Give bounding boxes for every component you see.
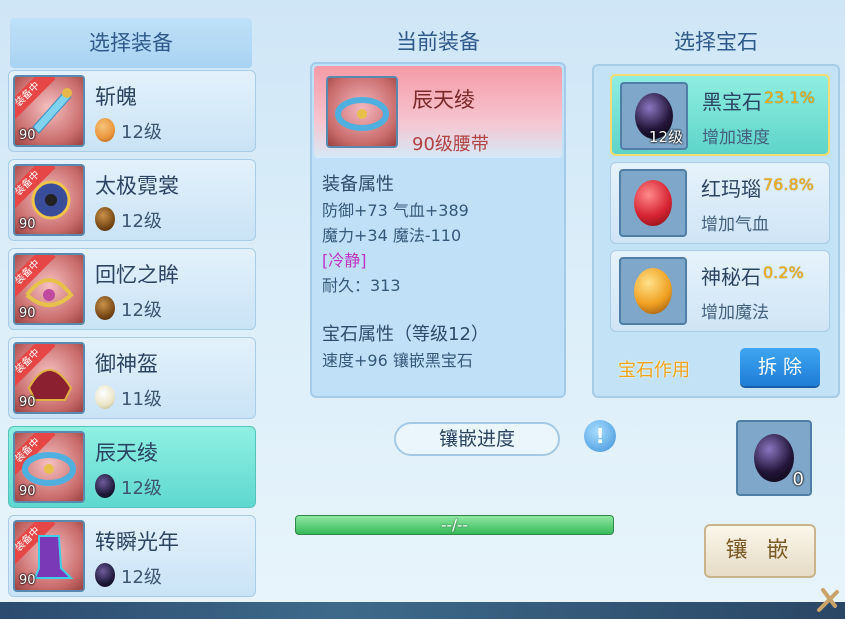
gem-attributes-title: 宝石属性（等级12） (322, 324, 489, 345)
equipment-item[interactable]: 装备中 90 回忆之眸 12级 (8, 248, 256, 330)
gem-level: 11级 (121, 389, 162, 410)
current-equipment-panel: 辰天绫 90级腰带 装备属性 防御+73 气血+389 魔力+34 魔法-110… (310, 62, 566, 398)
inlay-progress-label: 镶嵌进度 (394, 422, 560, 456)
gem-name: 红玛瑙 (701, 177, 761, 201)
equipment-item[interactable]: 装备中 90 斩魄 12级 (8, 70, 256, 152)
equipment-item[interactable]: 装备中 90 转瞬光年 12级 (8, 515, 256, 597)
gem-description: 增加气血 (701, 215, 769, 235)
gem-name: 黑宝石 (702, 90, 762, 114)
inlay-progress-title: 镶嵌进度 (438, 428, 515, 450)
gem-icon (95, 474, 115, 498)
gem-icon (619, 169, 687, 237)
gem-level: 12级 (121, 567, 162, 588)
equipment-item[interactable]: 装备中 90 御神盔 11级 (8, 337, 256, 419)
slot-count: 0 (792, 469, 804, 490)
equipment-level: 90 (19, 128, 36, 143)
inlay-progress-bar: --/-- (295, 515, 614, 535)
settings-icon[interactable] (815, 584, 841, 614)
gem-level: 12级 (121, 478, 162, 499)
equipment-name: 辰天绫 (95, 441, 158, 465)
gem-icon: 12级 (620, 82, 688, 150)
current-equipment-icon (326, 76, 398, 148)
special-attribute: [冷静] (322, 251, 367, 270)
current-equipment-name: 辰天绫 (412, 88, 475, 112)
gem-name: 神秘石 (701, 265, 761, 289)
gem-icon (95, 207, 115, 231)
gem-rate: 0.2% (763, 263, 804, 282)
current-equipment-header: 当前装备 (396, 30, 480, 54)
equipment-level: 90 (19, 395, 36, 410)
attribute-line: 魔力+34 魔法-110 (322, 226, 462, 245)
equipment-icon: 装备中 90 (13, 253, 85, 325)
gem-icon (619, 257, 687, 325)
equipment-level: 90 (19, 484, 36, 499)
gem-level: 12级 (121, 300, 162, 321)
gem-option[interactable]: 12级 黑宝石 23.1% 增加速度 (610, 74, 830, 156)
gem-slot[interactable]: 0 (736, 420, 812, 496)
gem-icon (95, 563, 115, 587)
equipment-name: 回忆之眸 (95, 263, 179, 287)
bottom-status-strip (0, 602, 845, 619)
gem-icon (95, 296, 115, 320)
gem-level: 12级 (121, 122, 162, 143)
equipment-level: 90 (19, 306, 36, 321)
gem-owned-level: 12级 (648, 128, 683, 146)
equipment-name: 太极霓裳 (95, 174, 179, 198)
black-gem-icon (754, 434, 794, 482)
gem-rate: 23.1% (764, 88, 815, 107)
equipment-icon: 装备中 90 (13, 520, 85, 592)
equipment-icon: 装备中 90 (13, 164, 85, 236)
inlay-button[interactable]: 镶 嵌 (704, 524, 816, 578)
gem-effect-link[interactable]: 宝石作用 (618, 356, 690, 382)
equipment-level: 90 (19, 573, 36, 588)
durability: 耐久：313 (322, 276, 401, 295)
equipment-level: 90 (19, 217, 36, 232)
select-gem-header: 选择宝石 (674, 30, 758, 54)
gem-description: 增加魔法 (701, 303, 769, 323)
equipment-icon: 装备中 90 (13, 431, 85, 503)
gem-rate: 76.8% (763, 175, 814, 194)
gem-icon (95, 118, 115, 142)
equipment-icon: 装备中 90 (13, 342, 85, 414)
equipment-item[interactable]: 装备中 90 辰天绫 12级 (8, 426, 256, 508)
current-equipment-type: 90级腰带 (412, 134, 489, 155)
gem-level: 12级 (121, 211, 162, 232)
gem-option[interactable]: 神秘石 0.2% 增加魔法 (610, 250, 830, 332)
select-equipment-header: 选择装备 (10, 18, 252, 68)
gem-attribute-line: 速度+96 镶嵌黑宝石 (322, 351, 473, 370)
equipment-icon: 装备中 90 (13, 75, 85, 147)
equipment-name: 斩魄 (95, 85, 137, 109)
attribute-line: 防御+73 气血+389 (322, 201, 469, 220)
remove-gem-button[interactable]: 拆 除 (740, 348, 820, 386)
equipment-item[interactable]: 装备中 90 太极霓裳 12级 (8, 159, 256, 241)
gem-option[interactable]: 红玛瑙 76.8% 增加气血 (610, 162, 830, 244)
current-equipment-header-area: 辰天绫 90级腰带 (314, 66, 562, 158)
progress-text: --/-- (441, 516, 468, 534)
equipment-name: 御神盔 (95, 352, 158, 376)
info-icon[interactable]: ! (584, 420, 616, 452)
gem-icon (95, 385, 115, 409)
equipment-name: 转瞬光年 (95, 530, 179, 554)
attributes-title: 装备属性 (322, 174, 394, 195)
gem-selection-panel: 12级 黑宝石 23.1% 增加速度 红玛瑙 76.8% 增加气血 神秘石 0.… (592, 64, 840, 398)
gem-description: 增加速度 (702, 128, 770, 148)
